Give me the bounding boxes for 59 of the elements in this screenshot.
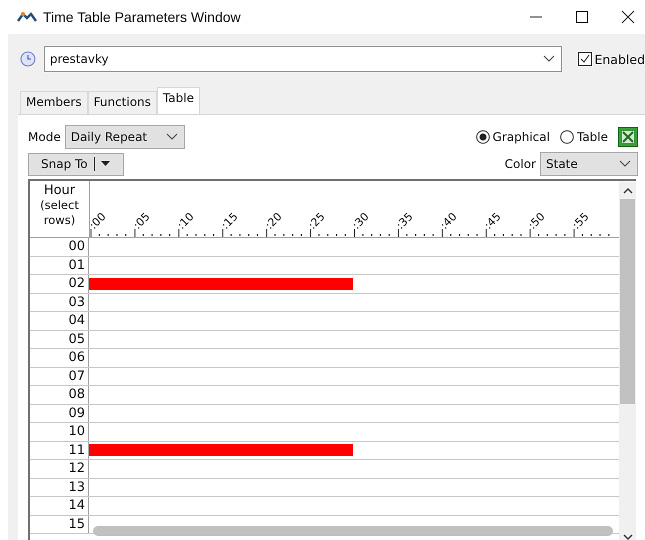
view-radio[interactable]: Graphical (476, 130, 550, 144)
hour-cell[interactable]: 01 (30, 256, 89, 274)
hour-cell[interactable]: 05 (30, 330, 89, 348)
time-tick-label: :00 (86, 210, 109, 232)
schedule-bar[interactable] (89, 444, 352, 456)
color-dropdown[interactable]: State (540, 152, 638, 176)
snap-to-button[interactable]: Snap To (28, 152, 124, 176)
time-tick-label: :40 (438, 210, 460, 232)
mode-dropdown[interactable]: Daily Repeat (64, 125, 185, 149)
close-icon[interactable] (621, 10, 635, 24)
radio-icon[interactable] (560, 130, 574, 144)
hour-cell[interactable]: 15 (30, 516, 89, 533)
hour-cell[interactable]: 06 (30, 349, 89, 366)
timetable-dropdown[interactable]: prestavky (44, 46, 562, 72)
checkbox-icon[interactable] (578, 52, 592, 66)
clock-icon (20, 51, 36, 67)
schedule-bar[interactable] (89, 278, 352, 290)
hour-cell[interactable]: 09 (30, 404, 89, 422)
horizontal-scrollbar[interactable] (93, 526, 613, 536)
time-tick-label: :20 (262, 210, 284, 232)
dropdown-arrow-icon[interactable] (100, 161, 110, 167)
hour-cell[interactable]: 14 (30, 497, 89, 514)
time-tick-label: :50 (526, 210, 548, 232)
hour-cell[interactable]: 13 (30, 478, 89, 496)
time-tick-label: :10 (174, 210, 196, 232)
time-tick-label: :15 (218, 210, 240, 232)
window-title: Time Table Parameters Window (43, 9, 241, 25)
enabled-checkbox[interactable]: Enabled (578, 52, 645, 66)
spreadsheet-icon[interactable] (618, 127, 638, 147)
hour-cell[interactable]: 04 (30, 312, 89, 330)
scroll-down-icon[interactable] (622, 533, 632, 540)
hour-header: Hour (44, 183, 76, 198)
color-label: Color (504, 157, 536, 171)
hour-cell[interactable]: 08 (30, 386, 89, 404)
vertical-scrollbar[interactable] (620, 199, 635, 404)
time-tick-label: :30 (350, 210, 372, 232)
hour-cell[interactable]: 00 (30, 238, 89, 256)
maximize-icon[interactable] (575, 10, 589, 24)
hour-hint: (select rows) (39, 198, 80, 228)
hour-cell[interactable]: 12 (30, 460, 89, 478)
app-logo-icon (17, 11, 37, 23)
radio-icon[interactable] (476, 130, 490, 144)
chevron-down-icon[interactable] (619, 160, 631, 168)
tab[interactable]: Members (20, 91, 88, 114)
time-tick-label: :05 (130, 210, 152, 232)
hour-cell[interactable]: 07 (30, 368, 89, 385)
hour-cell[interactable]: 03 (30, 294, 89, 311)
tab[interactable]: Functions (88, 91, 157, 114)
chevron-down-icon[interactable] (166, 133, 178, 141)
time-tick-label: :25 (306, 210, 328, 232)
time-tick-label: :45 (482, 210, 504, 232)
chevron-down-icon[interactable] (543, 55, 556, 63)
tab[interactable]: Table (156, 87, 200, 114)
time-tick-label: :35 (394, 210, 416, 232)
hour-cell[interactable]: 10 (30, 423, 89, 440)
mode-label: Mode (28, 130, 61, 144)
scroll-up-icon[interactable] (622, 187, 632, 195)
time-tick-label: :55 (570, 210, 592, 232)
view-radio[interactable]: Table (560, 130, 608, 144)
